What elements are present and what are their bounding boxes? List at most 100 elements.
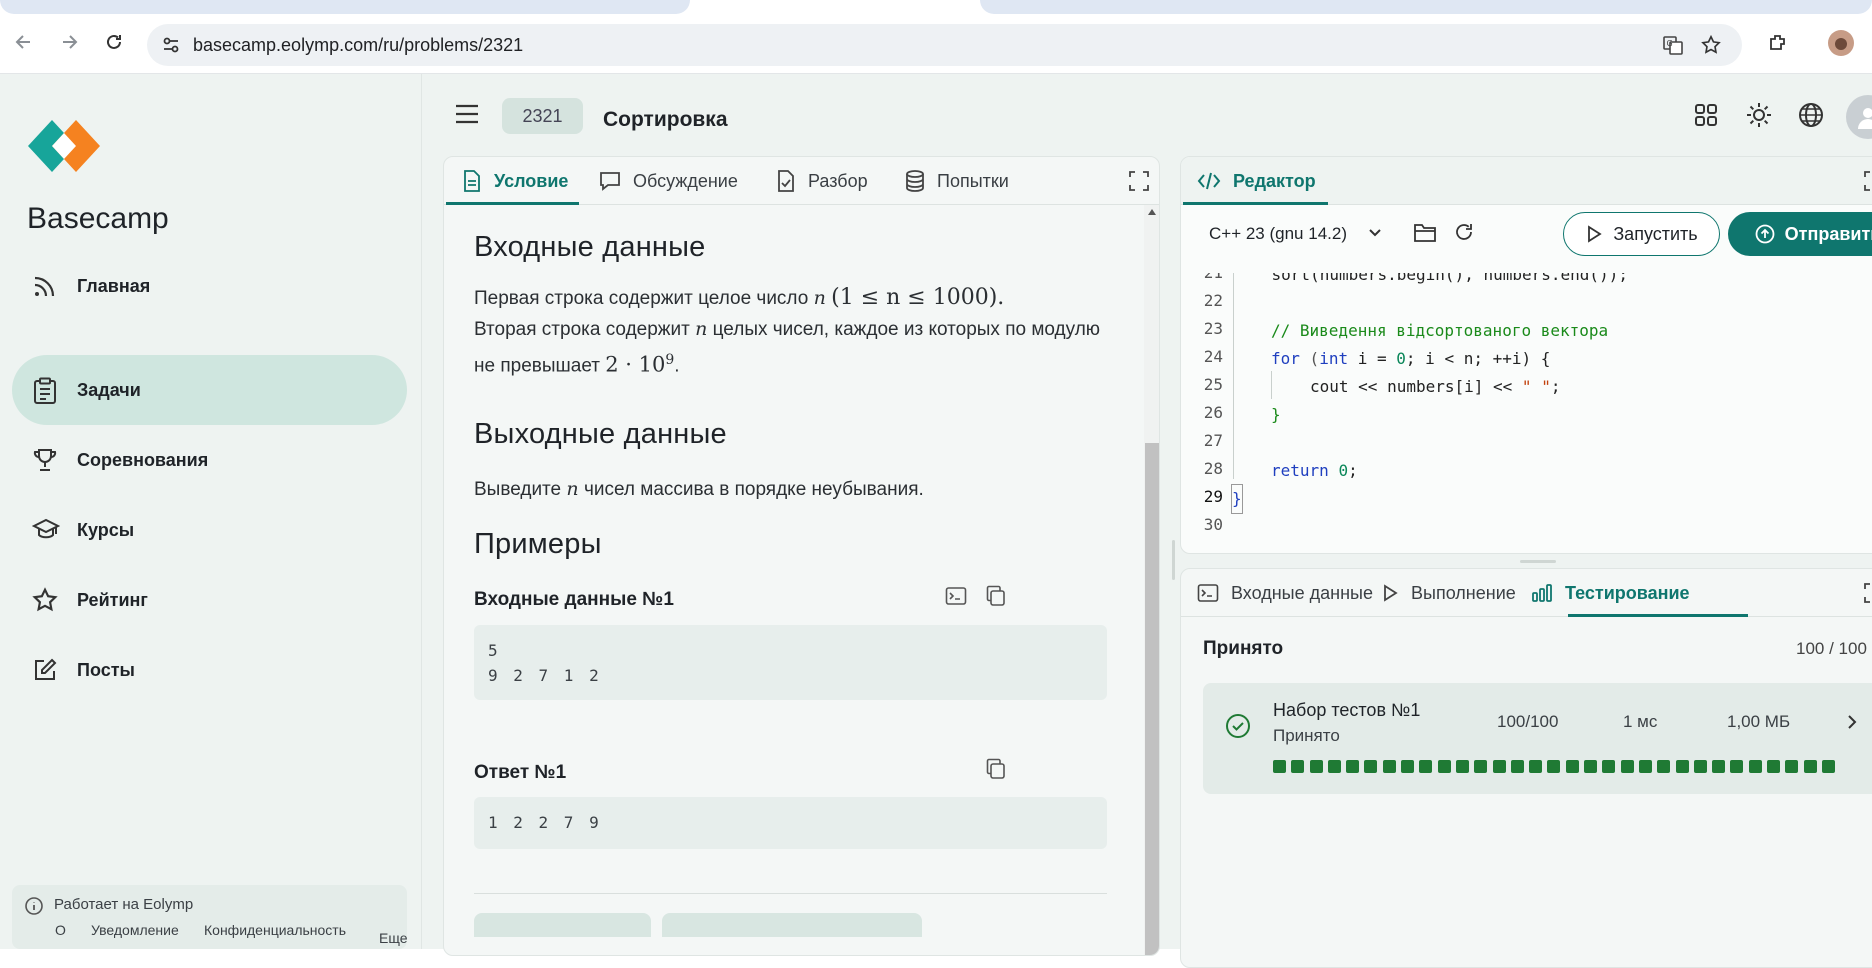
terminal-icon[interactable] [945, 585, 967, 612]
reset-icon[interactable] [1453, 221, 1475, 248]
example-output-box[interactable]: 1 2 2 7 9 [474, 797, 1107, 849]
chevron-down-icon[interactable] [1366, 223, 1384, 246]
browser-tab-strip[interactable] [0, 0, 690, 14]
back-icon[interactable] [10, 28, 38, 56]
test-passed-square[interactable] [1364, 760, 1378, 773]
test-passed-square[interactable] [1712, 760, 1726, 773]
test-passed-square[interactable] [1657, 760, 1671, 773]
test-passed-square[interactable] [1620, 760, 1634, 773]
sidebar-item-rating[interactable]: Рейтинг [12, 565, 407, 635]
tab-label: Условие [494, 170, 569, 191]
test-passed-square[interactable] [1492, 760, 1506, 773]
test-passed-square[interactable] [1474, 760, 1488, 773]
test-passed-square[interactable] [1767, 760, 1781, 773]
submit-button[interactable]: Отправить [1728, 212, 1872, 256]
testset-score: 100/100 [1497, 712, 1559, 731]
footer-link-privacy[interactable]: Конфиденциальность [204, 922, 346, 938]
expand-icon[interactable] [1129, 171, 1149, 196]
line-number: 25 [1203, 375, 1223, 394]
tag-chip[interactable] [474, 913, 651, 937]
bookmark-star-icon[interactable] [1700, 34, 1722, 61]
scrollbar-thumb[interactable] [1145, 443, 1159, 955]
scroll-up-arrow[interactable] [1148, 209, 1156, 215]
tab-input-data[interactable]: Входные данные [1197, 569, 1373, 617]
forward-icon[interactable] [55, 28, 83, 56]
menu-icon[interactable] [455, 103, 479, 130]
code-line: return 0; [1271, 461, 1358, 480]
tab-statement[interactable]: Условие [462, 157, 568, 205]
results-expand-icon[interactable] [1864, 583, 1872, 608]
run-button[interactable]: Запустить [1563, 212, 1720, 256]
chat-icon [600, 172, 620, 191]
line-number: 30 [1203, 515, 1223, 534]
folder-icon[interactable] [1413, 221, 1437, 248]
chevron-right-icon[interactable] [1843, 713, 1861, 736]
profile-avatar[interactable] [1828, 30, 1854, 56]
test-passed-square[interactable] [1584, 760, 1598, 773]
sidebar-item-posts[interactable]: Посты [12, 635, 407, 705]
footer-link-about[interactable]: О [55, 922, 66, 938]
tab-execution[interactable]: Выполнение [1381, 569, 1516, 617]
test-passed-square[interactable] [1273, 760, 1286, 773]
footer-link-notice[interactable]: Уведомление [91, 922, 179, 938]
extensions-icon[interactable] [1766, 31, 1790, 55]
reload-icon[interactable] [100, 28, 128, 56]
test-passed-square[interactable] [1602, 760, 1616, 773]
basecamp-logo[interactable] [26, 118, 106, 183]
powered-by[interactable]: Работает на Eolymp [54, 896, 193, 913]
sidebar-item-problems[interactable]: Задачи [12, 355, 407, 425]
test-passed-square[interactable] [1803, 760, 1817, 773]
address-bar[interactable]: basecamp.eolymp.com/ru/problems/2321 G [147, 24, 1742, 66]
test-passed-square[interactable] [1547, 760, 1561, 773]
example-input-box[interactable]: 5 9 2 7 1 2 [474, 625, 1107, 700]
footer-link-more[interactable]: Еще [379, 930, 408, 946]
language-globe-icon[interactable] [1798, 102, 1824, 133]
test-passed-square[interactable] [1510, 760, 1524, 773]
tab-editor[interactable]: Редактор [1197, 157, 1316, 205]
sidebar-item-courses[interactable]: Курсы [12, 495, 407, 565]
user-avatar[interactable] [1846, 95, 1872, 139]
test-passed-square[interactable] [1730, 760, 1744, 773]
tab-submissions[interactable]: Попытки [905, 157, 1009, 205]
horizontal-splitter[interactable] [1520, 560, 1556, 563]
test-passed-square[interactable] [1346, 760, 1360, 773]
test-passed-square[interactable] [1693, 760, 1707, 773]
test-passed-square[interactable] [1675, 760, 1689, 773]
test-passed-square[interactable] [1309, 760, 1323, 773]
test-passed-square[interactable] [1291, 760, 1305, 773]
test-passed-square[interactable] [1455, 760, 1469, 773]
test-passed-square[interactable] [1419, 760, 1433, 773]
input-description: Первая строка содержит целое число n (1 … [474, 282, 1124, 381]
copy-input-icon[interactable] [985, 585, 1007, 612]
test-passed-square[interactable] [1529, 760, 1543, 773]
test-passed-square[interactable] [1437, 760, 1451, 773]
panel-splitter[interactable] [1172, 540, 1175, 580]
tab-label: Обсуждение [633, 170, 738, 191]
theme-sun-icon[interactable] [1746, 102, 1772, 133]
copy-output-icon[interactable] [985, 758, 1007, 785]
apps-grid-icon[interactable] [1694, 103, 1718, 132]
browser-tab-strip-right[interactable] [980, 0, 1872, 14]
testset-card[interactable]: Набор тестов №1 Принято 100/100 1 мс 1,0… [1203, 683, 1872, 794]
site-info-icon[interactable] [161, 35, 181, 60]
output-description: Выведите n чисел массива в порядке неубы… [474, 474, 1124, 505]
test-passed-square[interactable] [1748, 760, 1762, 773]
tag-chip[interactable] [662, 913, 922, 937]
test-passed-square[interactable] [1638, 760, 1652, 773]
translate-icon[interactable]: G [1662, 34, 1684, 61]
test-passed-square[interactable] [1821, 760, 1835, 773]
url-text[interactable]: basecamp.eolymp.com/ru/problems/2321 [193, 35, 523, 56]
test-passed-square[interactable] [1785, 760, 1799, 773]
tab-testing[interactable]: Тестирование [1531, 569, 1690, 617]
test-passed-square[interactable] [1401, 760, 1415, 773]
test-passed-square[interactable] [1327, 760, 1341, 773]
test-passed-square[interactable] [1382, 760, 1396, 773]
test-passed-square[interactable] [1565, 760, 1579, 773]
editor-expand-icon[interactable] [1864, 171, 1872, 196]
tab-discussion[interactable]: Обсуждение [599, 157, 738, 205]
code-editor[interactable]: 21 22 23 24 25 26 27 28 29 30 sort(numbe… [1181, 273, 1872, 553]
sidebar-item-competitions[interactable]: Соревнования [12, 425, 407, 495]
sidebar-item-home[interactable]: Главная [12, 251, 407, 321]
tab-editorial[interactable]: Разбор [776, 157, 868, 205]
language-select[interactable]: C++ 23 (gnu 14.2) [1209, 224, 1347, 244]
